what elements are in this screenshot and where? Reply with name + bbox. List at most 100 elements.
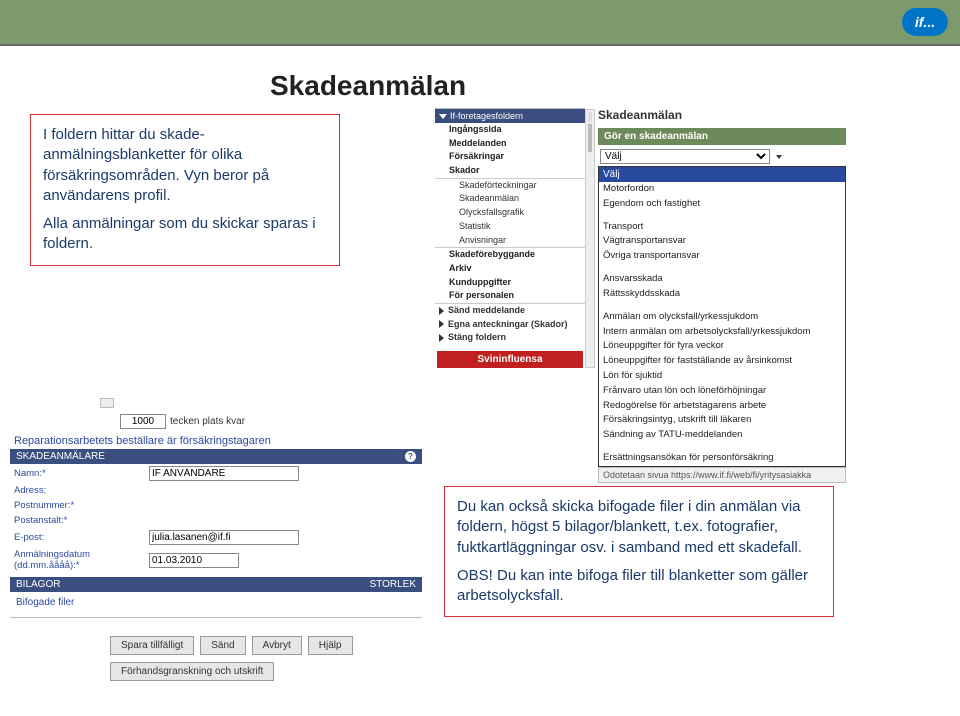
note-box-2: Du kan också skicka bifogade filer i din… [444,486,834,617]
dropdown-head: Välj [599,167,845,182]
note1-p2: Alla anmälningar som du skickar sparas i… [43,214,327,255]
form-top-note: Reparationsarbetets beställare är försäk… [14,435,422,447]
chevron-down-icon [439,114,447,119]
sidebar-item[interactable]: Kunduppgifter [435,276,585,290]
note1-p1: I foldern hittar du skade-anmälningsblan… [43,125,327,206]
char-count-field[interactable] [120,414,166,429]
scrollbar[interactable] [585,109,595,368]
logo: if... [902,8,948,36]
field-label: Adress: [14,485,149,496]
triangle-right-icon [439,334,444,342]
dropdown-item[interactable]: Övriga transportansvar [599,249,845,264]
scroll-thumb[interactable] [100,398,114,408]
note2-p2: OBS! Du kan inte bifoga filer till blank… [457,566,821,607]
field-label: Postnummer:* [14,500,149,511]
dropdown-item[interactable]: Vägtransportansvar [599,234,845,249]
sidebar-action[interactable]: Egna anteckningar (Skador) [435,318,585,332]
sidebar-actions: Sänd meddelande Egna anteckningar (Skado… [435,304,585,345]
form-row: Namn:* [10,464,422,483]
dropdown-item[interactable]: Motorfordon [599,182,845,197]
sidebar-list: Ingångssida Meddelanden Försäkringar Ska… [435,123,585,304]
dropdown-item[interactable]: Löneuppgifter för fastställande av årsin… [599,354,845,369]
action-label: Egna anteckningar (Skador) [448,319,568,331]
field-label: Postanstalt:* [14,515,149,526]
report-form: tecken plats kvar Reparationsarbetets be… [10,410,422,622]
email-input[interactable] [149,530,299,545]
form-row: Adress: [10,483,422,498]
form-row: E-post: [10,528,422,547]
help-button[interactable]: Hjälp [308,636,353,655]
section-header-right: STORLEK [370,579,417,590]
sidebar-action[interactable]: Stäng foldern [435,331,585,345]
char-counter: tecken plats kvar [120,414,422,429]
dropdown-item[interactable]: Försäkringsintyg, utskrift till läkaren [599,413,845,428]
dropdown-separator [599,212,845,220]
triangle-right-icon [439,307,444,315]
sidebar-action[interactable]: Sänd meddelande [435,304,585,318]
chevron-down-icon [776,155,782,159]
form-row: Anmälningsdatum (dd.mm.åååå):* [10,547,422,573]
name-input[interactable] [149,466,299,481]
sidebar-subitem[interactable]: Olycksfallsgrafik [435,206,585,220]
action-label: Stäng foldern [448,332,506,344]
form-row: Postnummer:* [10,498,422,513]
category-dropdown-open: Välj Motorfordon Egendom och fastighet T… [598,166,846,467]
section-header-label: BILAGOR [16,579,60,590]
status-bar: Odotetaan sivua https://www.if.fi/web/fi… [598,467,846,483]
sidebar-subitem[interactable]: Statistik [435,220,585,234]
sidebar-item[interactable]: Meddelanden [435,137,585,151]
form-row: Postanstalt:* [10,513,422,528]
dropdown-item[interactable]: Anmälan om olycksfall/yrkessjukdom [599,310,845,325]
sidebar-subitem[interactable]: Skadeförteckningar [435,179,585,193]
char-count-label: tecken plats kvar [170,416,245,427]
sidebar-item[interactable]: Skador [435,164,585,179]
sidebar-item[interactable]: Skadeförebyggande [435,248,585,262]
folder-sidebar: If-foretagesfoldern Ingångssida Meddelan… [435,108,585,368]
dropdown-item[interactable]: Ersättningsansökan för personförsäkring [599,451,845,466]
help-icon[interactable]: ? [405,451,416,462]
section-header-label: SKADEANMÄLARE [16,451,105,462]
dropdown-separator [599,443,845,451]
sidebar-subitem[interactable]: Skadeanmälan [435,192,585,206]
sidebar-item[interactable]: För personalen [435,289,585,304]
slide-title: Skadeanmälan [270,70,466,102]
dropdown-item[interactable]: Lön för sjuktid [599,369,845,384]
action-label: Sänd meddelande [448,305,525,317]
sidebar-item[interactable]: Ingångssida [435,123,585,137]
panel-bar: Gör en skadeanmälan [598,128,846,145]
dropdown-separator [599,302,845,310]
save-draft-button[interactable]: Spara tillfälligt [110,636,194,655]
date-input[interactable] [149,553,239,568]
dropdown-item[interactable]: Sändning av TATU-meddelanden [599,428,845,443]
sidebar-header[interactable]: If-foretagesfoldern [435,109,585,123]
preview-print-button[interactable]: Förhandsgranskning och utskrift [110,662,274,681]
divider [10,617,422,618]
dropdown-item[interactable]: Intern anmälan om arbetsolycksfall/yrkes… [599,325,845,340]
field-label: Namn:* [14,468,149,479]
dropdown-item[interactable]: Löneuppgifter för fyra veckor [599,339,845,354]
dropdown-item[interactable]: Rättsskyddsskada [599,287,845,302]
skadeanmalan-panel: Skadeanmälan Gör en skadeanmälan Välj Vä… [598,108,846,483]
triangle-right-icon [439,320,444,328]
alert-banner[interactable]: Svininfluensa [437,351,583,368]
cancel-button[interactable]: Avbryt [252,636,302,655]
dropdown-item[interactable]: Transport [599,220,845,235]
sidebar-subitem[interactable]: Anvisningar [435,234,585,249]
sidebar-item[interactable]: Arkiv [435,262,585,276]
dropdown-item[interactable]: Ansvarsskada [599,272,845,287]
category-select[interactable]: Välj [600,149,770,164]
send-button[interactable]: Sänd [200,636,245,655]
button-row-1: Spara tillfälligt Sänd Avbryt Hjälp [110,636,353,655]
field-label: Anmälningsdatum (dd.mm.åååå):* [14,549,149,571]
section-header-skadeanmalare: SKADEANMÄLARE ? [10,449,422,464]
dropdown-separator [599,264,845,272]
attach-files-link[interactable]: Bifogade filer [10,592,422,613]
section-header-bilagor: BILAGOR STORLEK [10,577,422,592]
panel-heading: Skadeanmälan [598,108,846,122]
dropdown-item[interactable]: Egendom och fastighet [599,197,845,212]
sidebar-item[interactable]: Försäkringar [435,150,585,164]
field-label: E-post: [14,532,149,543]
sidebar-header-label: If-foretagesfoldern [450,111,523,121]
dropdown-item[interactable]: Redogörelse för arbetstagarens arbete [599,399,845,414]
dropdown-item[interactable]: Frånvaro utan lön och löneförhöjningar [599,384,845,399]
